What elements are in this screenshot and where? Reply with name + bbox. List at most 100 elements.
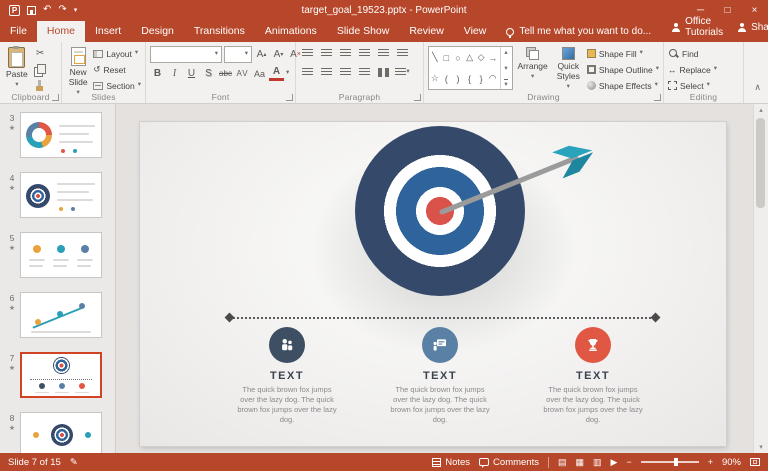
shape-diamond-icon[interactable]: ◇ <box>478 52 485 63</box>
tab-animations[interactable]: Animations <box>255 21 327 42</box>
text-shadow-button[interactable]: S <box>201 66 216 81</box>
change-case-button[interactable]: Aa <box>252 66 267 81</box>
paragraph-dialog-launcher[interactable] <box>414 94 421 101</box>
italic-button[interactable]: I <box>167 66 182 81</box>
target-graphic[interactable] <box>355 126 525 296</box>
cut-button[interactable]: ✂ <box>33 46 48 61</box>
slide-thumbnail-7-selected[interactable]: 7★ <box>4 352 115 398</box>
shape-line-icon[interactable]: ╲ <box>432 52 437 63</box>
scrollbar-down-icon[interactable]: ▾ <box>759 443 763 451</box>
new-slide-button[interactable]: New Slide ▾ <box>66 46 90 97</box>
underline-button[interactable]: U <box>184 66 199 81</box>
gallery-more-icon[interactable]: ▾ <box>504 79 507 88</box>
slide-column-3[interactable]: TEXT The quick brown fox jumps over the … <box>528 327 658 426</box>
shape-fill-button[interactable]: Shape Fill ▾ <box>587 46 659 61</box>
layout-button[interactable]: Layout ▾ <box>93 46 141 61</box>
slideshow-view-button[interactable]: ▶ <box>611 458 618 467</box>
drawing-dialog-launcher[interactable] <box>654 94 661 101</box>
shape-star-icon[interactable]: ☆ <box>431 73 439 84</box>
share-button[interactable]: Share <box>737 22 768 33</box>
comments-button[interactable]: Comments <box>479 457 539 468</box>
bullets-button[interactable] <box>300 46 315 61</box>
tab-design[interactable]: Design <box>131 21 184 42</box>
text-direction-button[interactable] <box>395 46 410 61</box>
numbering-button[interactable] <box>319 46 334 61</box>
align-left-button[interactable] <box>300 65 315 80</box>
select-button[interactable]: Select ▾ <box>668 78 717 93</box>
shape-brace-left-icon[interactable]: { <box>468 74 471 84</box>
zoom-slider[interactable] <box>641 461 699 463</box>
tell-me-box[interactable]: Tell me what you want to do... <box>496 22 661 42</box>
gallery-scroll-down-icon[interactable]: ▾ <box>504 64 507 72</box>
slide-canvas[interactable]: TEXT The quick brown fox jumps over the … <box>140 122 726 446</box>
slide-thumbnail-3[interactable]: 3★ <box>4 112 115 158</box>
shape-paren-left-icon[interactable]: ( <box>445 74 448 84</box>
shape-outline-button[interactable]: Shape Outline ▾ <box>587 62 659 77</box>
gallery-scroll-up-icon[interactable]: ▴ <box>504 48 507 56</box>
scrollbar-up-icon[interactable]: ▴ <box>759 106 763 114</box>
paste-button[interactable]: Paste ▾ <box>4 46 30 89</box>
indent-decrease-button[interactable] <box>338 46 353 61</box>
convert-smartart-button[interactable]: ▾ <box>395 65 410 80</box>
shape-rectangle-icon[interactable]: □ <box>444 53 449 63</box>
normal-view-button[interactable]: ▤ <box>558 458 567 467</box>
slide-column-1[interactable]: TEXT The quick brown fox jumps over the … <box>222 327 352 426</box>
slide-indicator[interactable]: Slide 7 of 15 <box>8 457 61 468</box>
slide-thumbnail-4[interactable]: 4★ <box>4 172 115 218</box>
qat-customize-caret-icon[interactable]: ▾ <box>74 6 78 14</box>
copy-button[interactable] <box>33 62 48 77</box>
font-dialog-launcher[interactable] <box>286 94 293 101</box>
bold-button[interactable]: B <box>150 66 165 81</box>
redo-icon[interactable]: ↷ <box>58 5 66 15</box>
align-right-button[interactable] <box>338 65 353 80</box>
reset-button[interactable]: ↺ Reset <box>93 62 141 77</box>
account-button[interactable]: Office Tutorials <box>671 16 723 38</box>
scrollbar-thumb[interactable] <box>756 118 765 208</box>
format-painter-button[interactable] <box>33 78 48 93</box>
slide-thumbnail-5[interactable]: 5★ <box>4 232 115 278</box>
tab-transitions[interactable]: Transitions <box>184 21 255 42</box>
clipboard-dialog-launcher[interactable] <box>52 94 59 101</box>
shrink-font-button[interactable]: A <box>271 47 286 62</box>
shape-triangle-icon[interactable]: △ <box>466 52 473 63</box>
notes-button[interactable]: Notes <box>432 457 470 468</box>
font-name-combobox[interactable]: ▾ <box>150 46 222 63</box>
shape-effects-button[interactable]: Shape Effects ▾ <box>587 78 659 93</box>
powerpoint-app-icon[interactable]: P <box>9 5 20 16</box>
shape-paren-right-icon[interactable]: ) <box>456 74 459 84</box>
arrange-button[interactable]: Arrange ▾ <box>516 46 550 81</box>
save-icon[interactable] <box>27 6 36 15</box>
zoom-out-button[interactable]: − <box>626 458 631 467</box>
tab-file[interactable]: File <box>0 21 37 42</box>
quick-styles-button[interactable]: Quick Styles ▾ <box>553 46 584 91</box>
align-center-button[interactable] <box>319 65 334 80</box>
fit-to-window-icon[interactable] <box>750 458 760 466</box>
tab-home[interactable]: Home <box>37 21 85 42</box>
strikethrough-button[interactable]: abc <box>218 66 233 81</box>
slide-sorter-view-button[interactable]: ▦ <box>576 458 585 467</box>
tab-view[interactable]: View <box>454 21 497 42</box>
zoom-in-button[interactable]: + <box>708 458 713 467</box>
tab-review[interactable]: Review <box>399 21 453 42</box>
slide-column-2[interactable]: TEXT The quick brown fox jumps over the … <box>375 327 505 426</box>
slide-thumbnail-8[interactable]: 8★ <box>4 412 115 453</box>
pen-icon[interactable]: ✎ <box>70 457 78 468</box>
shape-arc-icon[interactable]: ◠ <box>489 73 497 84</box>
shape-oval-icon[interactable]: ○ <box>455 53 460 63</box>
justify-button[interactable] <box>357 65 372 80</box>
columns-button[interactable] <box>376 65 391 80</box>
find-button[interactable]: Find <box>668 46 717 61</box>
font-size-combobox[interactable]: ▾ <box>224 46 252 63</box>
character-spacing-button[interactable]: AV <box>235 66 250 81</box>
reading-view-button[interactable]: ▥ <box>593 458 602 467</box>
shapes-gallery[interactable]: ╲ □ ○ △ ◇ → ☆ ( ) { } ◠ ▴ ▾ ▾ <box>428 46 513 90</box>
indent-increase-button[interactable] <box>357 46 372 61</box>
zoom-level[interactable]: 90% <box>722 457 741 468</box>
line-spacing-button[interactable] <box>376 46 391 61</box>
undo-icon[interactable]: ↶ <box>43 5 51 15</box>
shape-brace-right-icon[interactable]: } <box>480 74 483 84</box>
grow-font-button[interactable]: A <box>254 47 269 62</box>
tab-slideshow[interactable]: Slide Show <box>327 21 400 42</box>
vertical-scrollbar[interactable]: ▴ ▾ <box>753 104 768 453</box>
tab-insert[interactable]: Insert <box>85 21 131 42</box>
